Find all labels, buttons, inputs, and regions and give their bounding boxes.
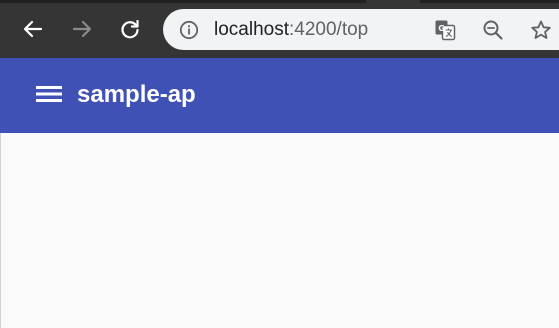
forward-arrow-icon [71,18,93,40]
menu-button[interactable] [32,81,66,111]
url-host: localhost [214,19,289,40]
tab-strip-left [0,0,366,3]
forward-button[interactable] [66,13,98,45]
reload-button[interactable] [114,13,146,45]
svg-text:G: G [438,24,445,33]
star-icon[interactable] [529,18,553,42]
back-arrow-icon [22,18,44,40]
browser-toolbar: localhost:4200/top G [0,0,559,58]
reload-icon [119,18,141,40]
zoom-out-icon[interactable] [481,18,505,42]
tab-strip-right [420,0,559,3]
menu-icon [36,84,62,109]
url-text[interactable]: localhost:4200/top [214,19,368,41]
info-icon[interactable] [178,19,200,41]
address-bar[interactable]: localhost:4200/top G [163,9,559,50]
url-path: :4200/top [289,19,369,40]
app-title: sample-ap [77,81,196,108]
back-button[interactable] [17,13,49,45]
app-toolbar: sample-ap [0,58,559,133]
translate-icon[interactable]: G [433,18,457,42]
main-content [0,133,559,328]
browser-window: localhost:4200/top G sample-ap [0,0,559,328]
